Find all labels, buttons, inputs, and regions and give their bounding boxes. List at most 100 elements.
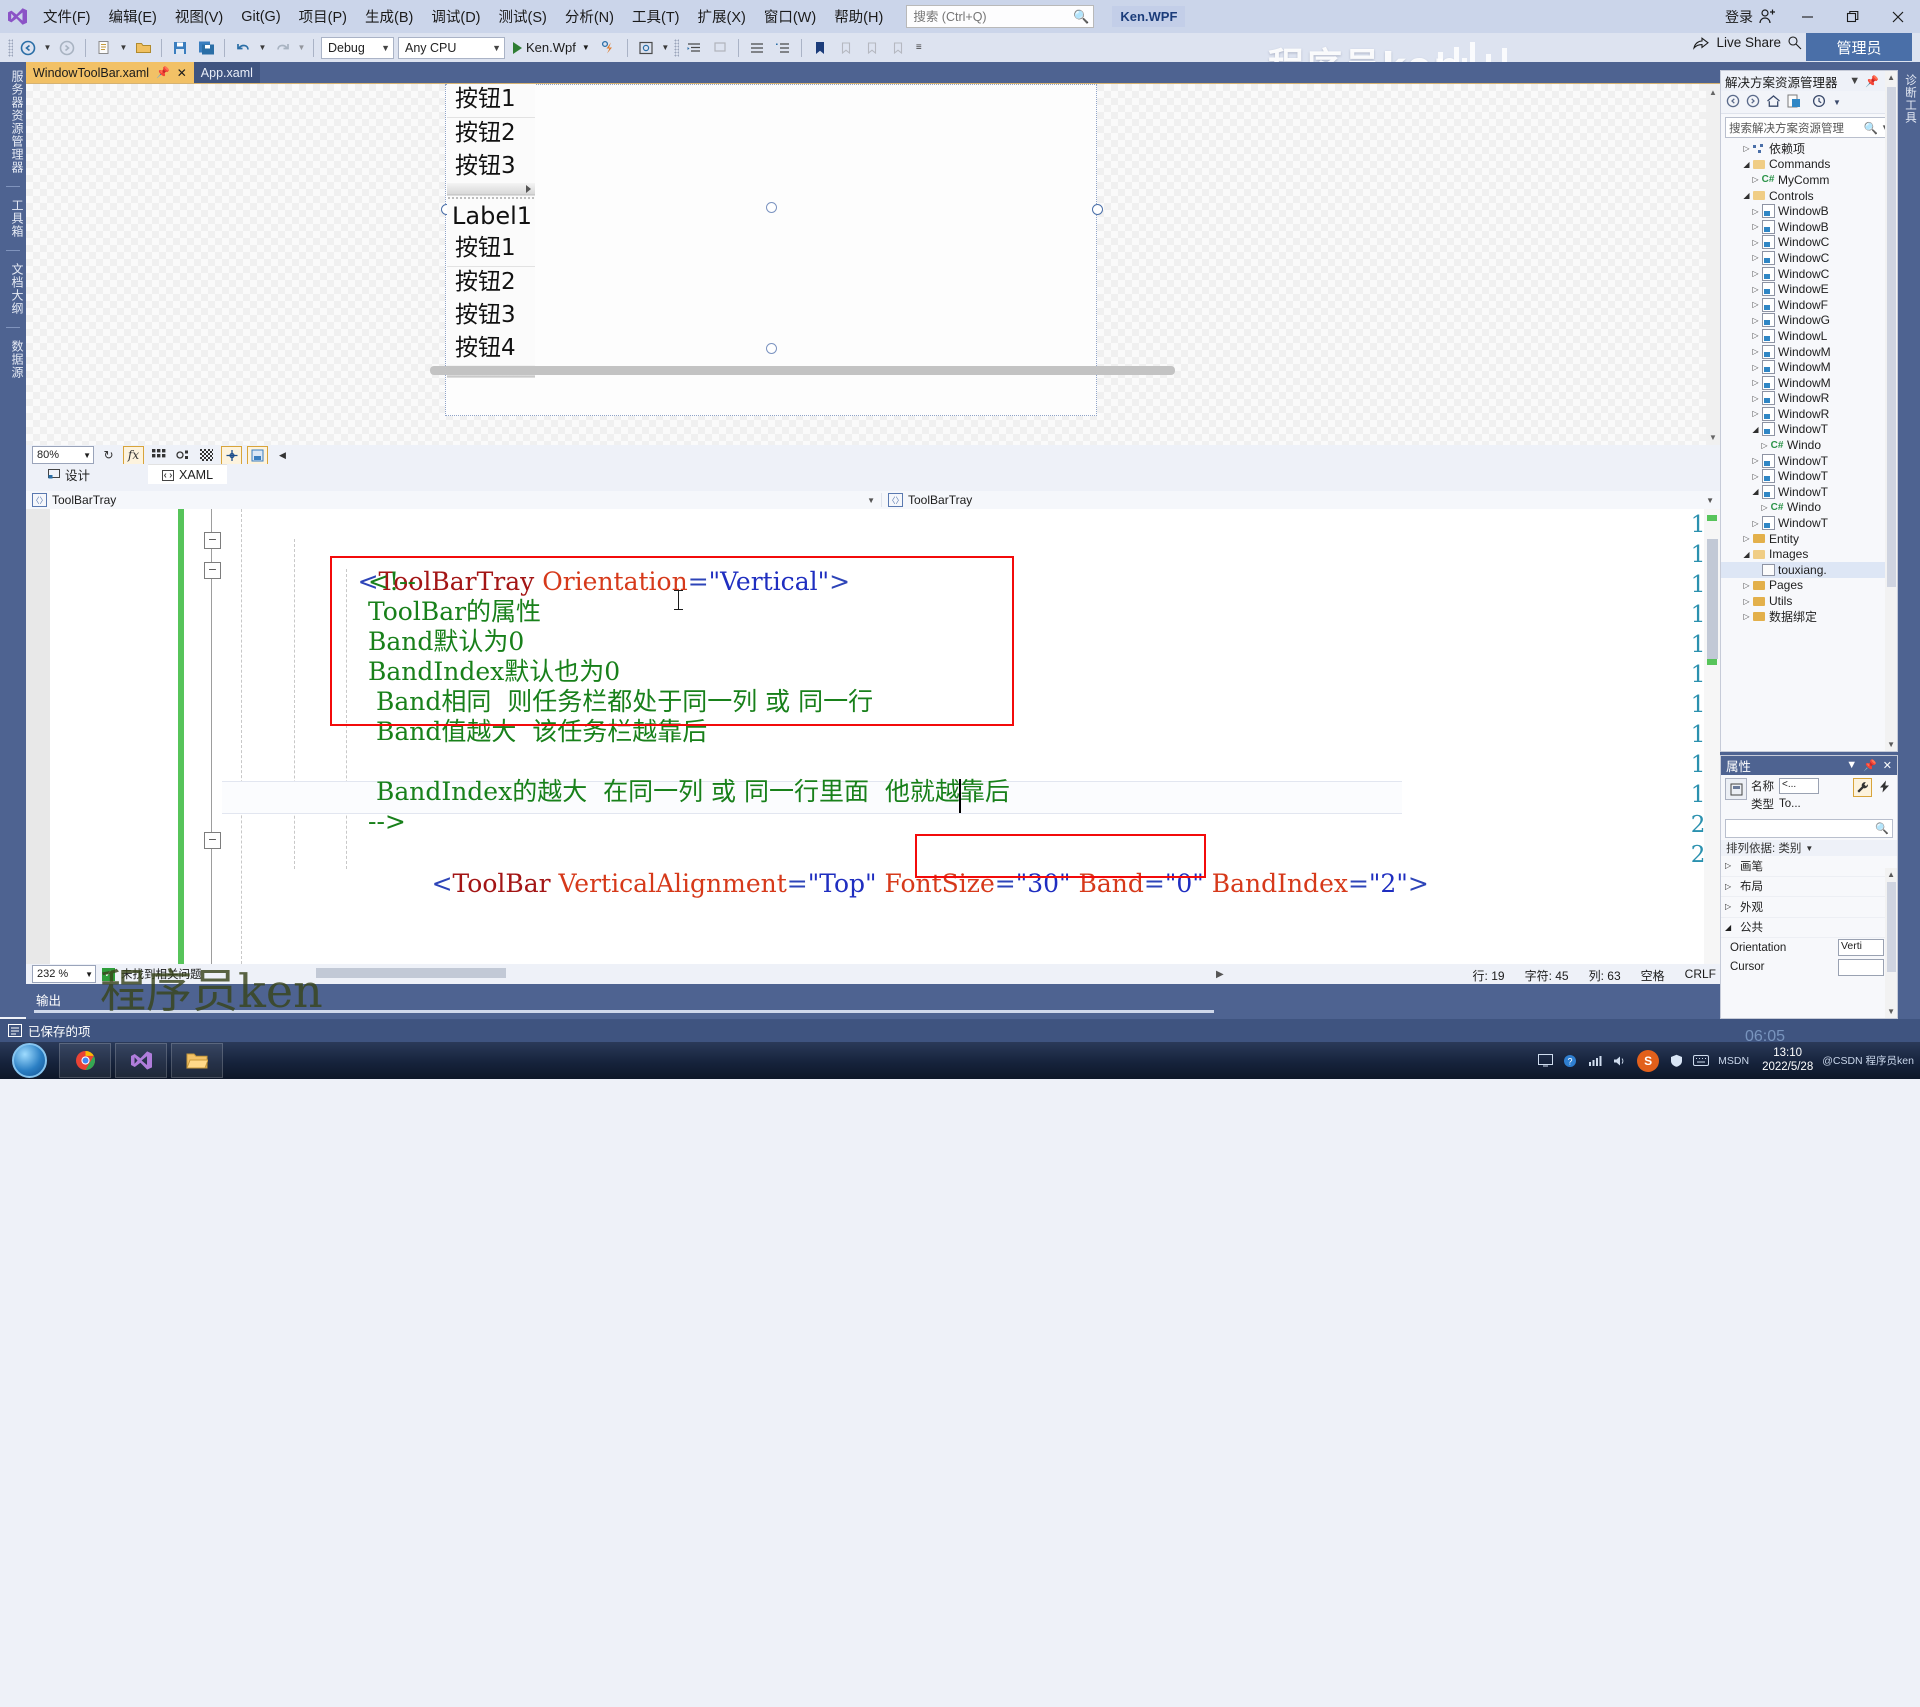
new-file-dropdown-icon[interactable]: ▼	[117, 36, 130, 60]
list-numbered-icon[interactable]	[770, 36, 796, 60]
fold-toggle-line-12[interactable]: −	[204, 562, 221, 579]
tree-item[interactable]: ◢ Commands	[1721, 157, 1897, 173]
home-icon[interactable]	[1766, 94, 1781, 111]
chevron-right-icon[interactable]: ▷	[1750, 253, 1761, 262]
chevron-right-icon[interactable]: ▷	[1750, 347, 1761, 356]
menu-test[interactable]: 测试(S)	[490, 2, 556, 31]
sidebar-item-data-sources[interactable]: 数据源	[0, 332, 26, 387]
hot-reload-icon[interactable]	[596, 36, 622, 60]
tree-item[interactable]: ▷ WindowT	[1721, 453, 1897, 469]
sign-in-button[interactable]: 登录	[1715, 7, 1785, 27]
tree-item[interactable]: ▷ WindowL	[1721, 328, 1897, 344]
design-button-1[interactable]: 按钮1	[447, 84, 535, 118]
tree-item[interactable]: ▷ WindowF	[1721, 297, 1897, 313]
bookmark-prev-icon[interactable]	[833, 36, 859, 60]
chevron-up-icon[interactable]: ▲	[1887, 870, 1895, 879]
volume-icon[interactable]	[1612, 1053, 1628, 1069]
tree-item[interactable]: ▷ Utils	[1721, 593, 1897, 609]
sidebar-item-server-explorer[interactable]: 服务器资源管理器	[0, 62, 26, 182]
solution-configuration-combo[interactable]: Debug ▼	[321, 36, 394, 59]
toolbar-overflow-icon[interactable]: ≡	[911, 36, 927, 60]
navigate-back-icon[interactable]	[15, 36, 41, 60]
chevron-down-icon[interactable]: ▼	[1887, 740, 1895, 749]
taskbar-clock[interactable]: 13:10 2022/5/28	[1762, 1047, 1813, 1073]
chevron-right-icon[interactable]: ▷	[1750, 269, 1761, 278]
tree-item[interactable]: ▷ 依赖项	[1721, 141, 1897, 157]
chevron-down-icon[interactable]: ▼	[1849, 75, 1860, 88]
chevron-right-icon[interactable]: ▷	[1750, 394, 1761, 403]
design-button-2[interactable]: 按钮2	[447, 118, 535, 151]
chevron-right-icon[interactable]: ▷	[1750, 409, 1761, 418]
solution-explorer-scrollbar[interactable]: ▲ ▼	[1885, 71, 1897, 751]
chevron-down-icon[interactable]: ▼	[1846, 759, 1857, 772]
events-icon[interactable]	[1876, 778, 1893, 795]
tab-windowtoolbar-xaml[interactable]: WindowToolBar.xaml 📌 ✕	[26, 62, 194, 83]
tree-item[interactable]: ◢ WindowT	[1721, 484, 1897, 500]
undo-icon[interactable]	[230, 36, 256, 60]
ime-icon[interactable]: S	[1637, 1049, 1660, 1072]
scrollbar-thumb[interactable]	[1887, 882, 1896, 972]
chevron-right-icon[interactable]: ▷	[1750, 238, 1761, 247]
chevron-right-icon[interactable]: ▷	[1750, 472, 1761, 481]
tab-xaml-view[interactable]: XAML	[148, 464, 228, 485]
minimize-button[interactable]	[1785, 0, 1830, 33]
pin-icon[interactable]: 📌	[156, 66, 170, 79]
property-row[interactable]: Cursor	[1721, 958, 1897, 978]
live-share-button[interactable]: Live Share	[1693, 35, 1802, 50]
chevron-down-icon[interactable]: ▼	[1887, 1007, 1895, 1016]
chevron-right-icon[interactable]: ▷	[1759, 441, 1770, 450]
solution-platform-combo[interactable]: Any CPU ▼	[398, 36, 505, 59]
start-debug-button[interactable]: Ken.Wpf ▼	[507, 37, 596, 59]
property-category[interactable]: ▷ 画笔	[1721, 856, 1897, 877]
designer-horizontal-scrollbar[interactable]	[430, 366, 1175, 375]
chevron-right-icon[interactable]: ▷	[1750, 519, 1761, 528]
chevron-right-icon[interactable]: ▷	[1741, 581, 1752, 590]
close-icon[interactable]: ✕	[1883, 759, 1892, 772]
open-file-icon[interactable]	[130, 36, 156, 60]
toolbar-grip[interactable]	[8, 38, 13, 57]
solution-explorer-search[interactable]: 搜索解决方案资源管理 🔍 ▼	[1725, 117, 1893, 138]
chevron-down-icon[interactable]: ▼	[1833, 98, 1841, 107]
new-file-icon[interactable]	[91, 36, 117, 60]
navigate-back-dropdown-icon[interactable]: ▼	[41, 36, 54, 60]
toolbar-2[interactable]: 按钮1 按钮2 按钮3 按钮4	[447, 233, 535, 379]
tree-item[interactable]: ▷ C# Windo	[1721, 437, 1897, 453]
save-icon[interactable]	[167, 36, 193, 60]
code-line-21[interactable]: <ToolBar VerticalAlignment="Top" FontSiz…	[368, 839, 1429, 929]
pending-changes-icon[interactable]	[1812, 94, 1827, 111]
tree-item[interactable]: ▷ WindowR	[1721, 406, 1897, 422]
designer-zoom-combo[interactable]: 80% ▼	[32, 446, 94, 464]
tab-design-view[interactable]: 设计	[34, 464, 105, 484]
tree-item[interactable]: ▷ WindowM	[1721, 359, 1897, 375]
properties-list[interactable]: ▷ 画笔 ▷ 布局 ▷ 外观 ◢ 公共 Orientation Verti Cursor	[1721, 856, 1897, 977]
tree-item[interactable]: ▷ WindowT	[1721, 468, 1897, 484]
start-button[interactable]	[3, 1043, 55, 1078]
menu-view[interactable]: 视图(V)	[166, 2, 232, 31]
chevron-down-icon[interactable]: ▼	[1709, 433, 1717, 442]
back-icon[interactable]	[1726, 94, 1740, 111]
code-line-19[interactable]: BandIndex的越大 在同一列 或 同一行里面 他就越靠后	[368, 777, 1010, 807]
property-row[interactable]: Orientation Verti	[1721, 938, 1897, 958]
redo-icon[interactable]	[269, 36, 295, 60]
taskbar-chrome[interactable]	[59, 1043, 111, 1078]
align-icon[interactable]	[221, 445, 242, 465]
code-editor[interactable]: − − − 10 11 12 13 14 15 16 17 18 19 20 2…	[26, 509, 1720, 964]
refresh-icon[interactable]: ↻	[99, 447, 118, 464]
menu-file[interactable]: 文件(F)	[34, 2, 100, 31]
menu-debug[interactable]: 调试(D)	[422, 2, 489, 31]
scrollbar-thumb[interactable]	[1707, 539, 1718, 659]
toolbar-1[interactable]: 按钮1 按钮2 按钮3	[447, 84, 535, 197]
design-button-5[interactable]: 按钮2	[447, 267, 535, 300]
taskbar-file-explorer[interactable]	[171, 1043, 223, 1078]
tree-item[interactable]: ▷ C# MyComm	[1721, 172, 1897, 188]
shield-icon[interactable]	[1668, 1053, 1684, 1069]
chevron-down-icon[interactable]: ◢	[1741, 191, 1752, 200]
tree-item[interactable]: ▷ Pages	[1721, 578, 1897, 594]
chevron-right-icon[interactable]: ▷	[1750, 175, 1761, 184]
menu-tools[interactable]: 工具(T)	[623, 2, 689, 31]
undo-dropdown-icon[interactable]: ▼	[256, 36, 269, 60]
chevron-up-icon[interactable]: ▲	[1887, 73, 1895, 82]
tree-item[interactable]: ▷ WindowM	[1721, 344, 1897, 360]
help-icon[interactable]: ?	[1562, 1053, 1578, 1069]
menu-build[interactable]: 生成(B)	[356, 2, 422, 31]
